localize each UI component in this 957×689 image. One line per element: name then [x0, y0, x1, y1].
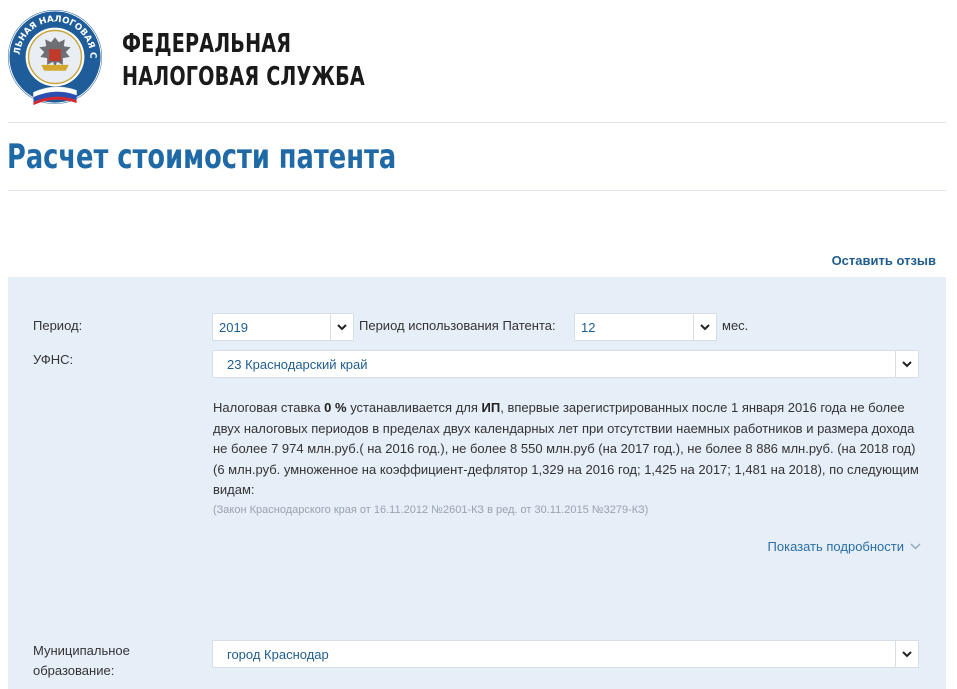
period-select[interactable]: 2019: [212, 313, 354, 341]
fns-emblem-icon[interactable]: ФЕДЕРАЛЬНАЯ НАЛОГОВАЯ СЛУЖБА: [6, 8, 104, 106]
ip-abbreviation: ИП: [482, 400, 501, 415]
tax-rate-value: 0 %: [324, 400, 346, 415]
ufns-select[interactable]: 23 Краснодарский край: [212, 350, 919, 378]
show-details-label: Показать подробности: [768, 539, 904, 554]
usage-unit: мес.: [722, 316, 748, 336]
usage-period-select[interactable]: 12: [574, 313, 717, 341]
feedback-link[interactable]: Оставить отзыв: [832, 253, 936, 268]
municipal-value: город Краснодар: [227, 647, 329, 662]
chevron-down-icon: [910, 543, 921, 550]
org-name-line1: ФЕДЕРАЛЬНАЯ: [122, 28, 365, 61]
chevron-down-icon: [693, 314, 716, 340]
usage-period-value: 12: [581, 320, 595, 335]
site-header: ФЕДЕРАЛЬНАЯ НАЛОГОВАЯ СЛУЖБА ФЕДЕРАЛЬНАЯ…: [0, 0, 957, 122]
period-label: Период:: [33, 316, 82, 336]
info-text-1: Налоговая ставка: [213, 400, 324, 415]
chevron-down-icon: [895, 351, 918, 377]
show-details-toggle[interactable]: Показать подробности: [768, 539, 921, 554]
municipal-select[interactable]: город Краснодар: [212, 640, 919, 668]
chevron-down-icon: [895, 641, 918, 667]
page-title: Расчет стоимости патента: [7, 137, 396, 177]
period-value: 2019: [219, 320, 248, 335]
org-name: ФЕДЕРАЛЬНАЯ НАЛОГОВАЯ СЛУЖБА: [122, 28, 365, 94]
chevron-down-icon: [330, 314, 353, 340]
law-reference: (Закон Краснодарского края от 16.11.2012…: [213, 502, 925, 518]
ufns-value: 23 Краснодарский край: [227, 357, 368, 372]
municipal-label: Муниципальное образование:: [33, 641, 130, 681]
title-divider: [8, 190, 946, 191]
tax-rate-info: Налоговая ставка 0 % устанавливается для…: [213, 398, 925, 518]
municipal-label-line2: образование:: [33, 661, 130, 681]
ufns-label: УФНС:: [33, 350, 73, 370]
municipal-label-line1: Муниципальное: [33, 641, 130, 661]
header-divider: [8, 122, 946, 123]
org-name-line2: НАЛОГОВАЯ СЛУЖБА: [122, 61, 365, 94]
info-text-2: устанавливается для: [347, 400, 482, 415]
usage-period-label: Период использования Патента:: [359, 316, 556, 336]
